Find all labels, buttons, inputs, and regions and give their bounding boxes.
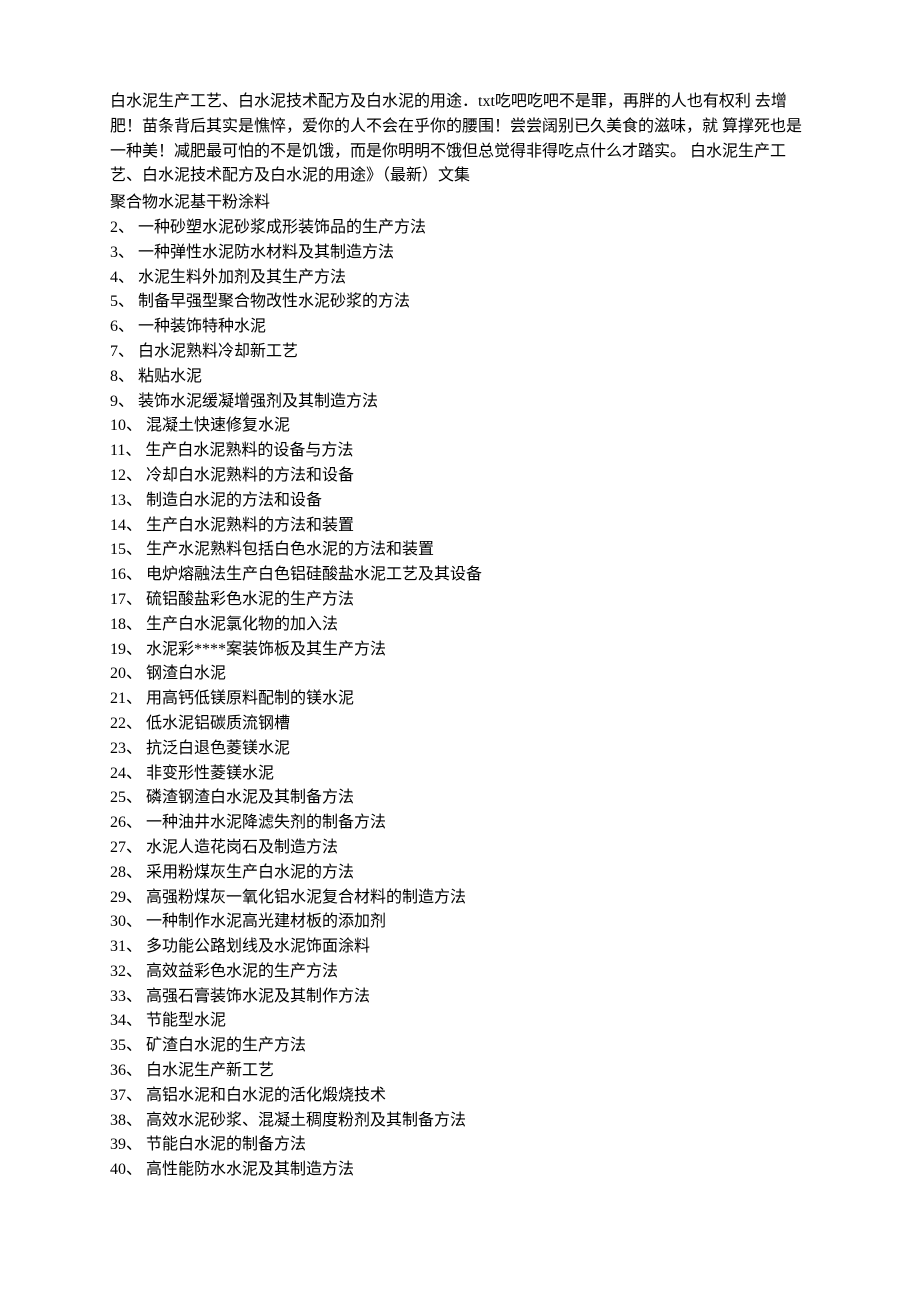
intro-paragraph: 白水泥生产工艺、白水泥技术配方及白水泥的用途．txt吃吧吃吧不是罪，再胖的人也有…	[110, 90, 810, 189]
list-item: 10、 混凝土快速修复水泥	[110, 414, 810, 439]
list-item: 6、 一种装饰特种水泥	[110, 315, 810, 340]
list-item: 3、 一种弹性水泥防水材料及其制造方法	[110, 241, 810, 266]
list-item: 36、 白水泥生产新工艺	[110, 1059, 810, 1084]
list-item: 23、 抗泛白退色菱镁水泥	[110, 737, 810, 762]
list-item: 26、 一种油井水泥降滤失剂的制备方法	[110, 811, 810, 836]
list-item: 7、 白水泥熟料冷却新工艺	[110, 340, 810, 365]
list-item: 37、 高铝水泥和白水泥的活化煅烧技术	[110, 1084, 810, 1109]
list-item: 19、 水泥彩****案装饰板及其生产方法	[110, 638, 810, 663]
list-item: 29、 高强粉煤灰一氧化铝水泥复合材料的制造方法	[110, 886, 810, 911]
list-item: 9、 装饰水泥缓凝增强剂及其制造方法	[110, 390, 810, 415]
list-item: 2、 一种砂塑水泥砂浆成形装饰品的生产方法	[110, 216, 810, 241]
list-item: 38、 高效水泥砂浆、混凝土稠度粉剂及其制备方法	[110, 1109, 810, 1134]
list-item: 35、 矿渣白水泥的生产方法	[110, 1034, 810, 1059]
list-item: 18、 生产白水泥氯化物的加入法	[110, 613, 810, 638]
list-item: 34、 节能型水泥	[110, 1009, 810, 1034]
list-item: 11、 生产白水泥熟料的设备与方法	[110, 439, 810, 464]
list-item: 32、 高效益彩色水泥的生产方法	[110, 960, 810, 985]
list-item: 39、 节能白水泥的制备方法	[110, 1133, 810, 1158]
list-item: 31、 多功能公路划线及水泥饰面涂料	[110, 935, 810, 960]
list-item: 5、 制备早强型聚合物改性水泥砂浆的方法	[110, 290, 810, 315]
list-item: 14、 生产白水泥熟料的方法和装置	[110, 514, 810, 539]
numbered-list: 2、 一种砂塑水泥砂浆成形装饰品的生产方法3、 一种弹性水泥防水材料及其制造方法…	[110, 216, 810, 1183]
list-item: 21、 用高钙低镁原料配制的镁水泥	[110, 687, 810, 712]
list-item: 22、 低水泥铝碳质流钢槽	[110, 712, 810, 737]
list-item: 13、 制造白水泥的方法和设备	[110, 489, 810, 514]
list-item: 24、 非变形性菱镁水泥	[110, 762, 810, 787]
list-item: 4、 水泥生料外加剂及其生产方法	[110, 266, 810, 291]
list-item: 30、 一种制作水泥高光建材板的添加剂	[110, 910, 810, 935]
list-item: 25、 磷渣钢渣白水泥及其制备方法	[110, 786, 810, 811]
list-item: 8、 粘贴水泥	[110, 365, 810, 390]
list-item: 12、 冷却白水泥熟料的方法和设备	[110, 464, 810, 489]
list-item: 28、 采用粉煤灰生产白水泥的方法	[110, 861, 810, 886]
list-item: 15、 生产水泥熟料包括白色水泥的方法和装置	[110, 538, 810, 563]
list-item: 20、 钢渣白水泥	[110, 662, 810, 687]
list-item: 40、 高性能防水水泥及其制造方法	[110, 1158, 810, 1183]
list-item: 16、 电炉熔融法生产白色铝硅酸盐水泥工艺及其设备	[110, 563, 810, 588]
list-item: 27、 水泥人造花岗石及制造方法	[110, 836, 810, 861]
first-list-item: 聚合物水泥基干粉涂料	[110, 191, 810, 216]
list-item: 33、 高强石膏装饰水泥及其制作方法	[110, 985, 810, 1010]
list-item: 17、 硫铝酸盐彩色水泥的生产方法	[110, 588, 810, 613]
